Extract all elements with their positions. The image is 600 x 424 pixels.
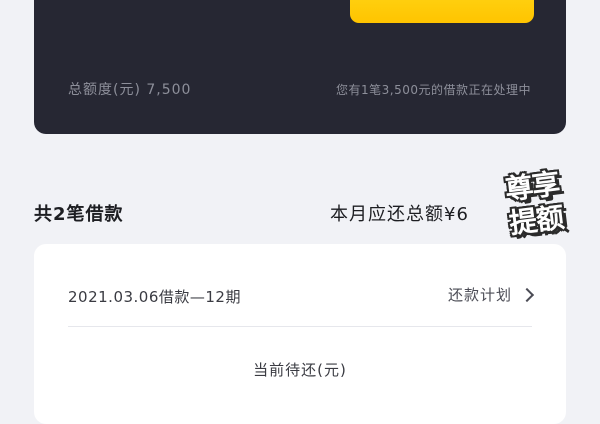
repay-plan-label: 还款计划 — [447, 286, 512, 304]
card-action-button[interactable] — [350, 0, 534, 23]
pending-amount-label: 当前待还(元) — [253, 361, 347, 379]
repay-plan-link[interactable]: 还款计划 — [447, 284, 535, 305]
loan-count-label: 共2笔借款 — [34, 204, 124, 225]
loan-summary-row: 共2笔借款 本月应还总额¥6 — [34, 198, 566, 228]
processing-loan-note: 您有1笔3,500元的借款正在处理中 — [336, 83, 531, 97]
monthly-due-label: 本月应还总额¥6 — [330, 204, 469, 225]
total-quota-label: 总额度(元) 7,500 — [68, 82, 192, 98]
credit-card: 总额度(元) 7,500 您有1笔3,500元的借款正在处理中 — [34, 0, 566, 134]
chevron-right-icon — [519, 287, 535, 302]
loan-title: 2021.03.06借款—12期 — [68, 288, 241, 306]
premium-quota-badge[interactable]: 尊享 提额 — [489, 165, 580, 254]
loan-header: 2021.03.06借款—12期 还款计划 — [68, 244, 535, 327]
loan-card[interactable]: 2021.03.06借款—12期 还款计划 当前待还(元) — [34, 244, 566, 424]
